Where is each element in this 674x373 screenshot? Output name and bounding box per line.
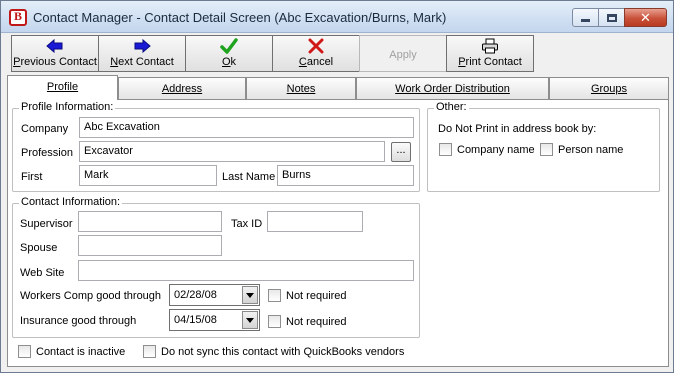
profession-browse-button[interactable]: ... [391,142,411,162]
profile-information-group: Profile Information: Company Abc Excavat… [12,101,420,192]
tab-address[interactable]: Address [118,77,246,99]
spouse-field[interactable] [78,235,222,256]
maximize-button[interactable] [598,8,625,27]
x-icon [308,37,324,55]
toolbar: Previous Contact Next Contact Ok Cancel … [11,35,534,72]
supervisor-label: Supervisor [20,218,73,230]
profession-label: Profession [21,147,73,159]
company-field[interactable]: Abc Excavation [79,117,414,138]
do-not-print-person-checkbox[interactable]: Person name [540,143,623,156]
profession-field[interactable]: Excavator [79,141,385,162]
insurance-label: Insurance good through [20,315,137,327]
ok-button[interactable]: Ok [185,35,273,72]
maximize-icon [606,13,617,22]
contact-inactive-checkbox[interactable]: Contact is inactive [18,345,125,358]
apply-button[interactable]: Apply [359,35,447,72]
tax-id-field[interactable] [267,211,363,232]
supervisor-field[interactable] [78,211,222,232]
first-name-label: First [21,171,43,183]
title-bar[interactable]: B Contact Manager - Contact Detail Scree… [1,1,673,33]
arrow-right-icon [133,37,151,55]
web-site-label: Web Site [20,267,65,279]
workers-comp-label: Workers Comp good through [20,290,162,302]
contact-manager-window: B Contact Manager - Contact Detail Scree… [0,0,674,373]
do-not-print-label: Do Not Print in address book by: [438,123,597,135]
tab-groups[interactable]: Groups [549,77,669,99]
other-legend: Other: [434,101,469,113]
tab-work-order-distribution[interactable]: Work Order Distribution [356,77,549,99]
spouse-label: Spouse [20,242,58,254]
tab-profile[interactable]: Profile [7,75,118,100]
workers-comp-not-required-checkbox[interactable]: Not required [268,289,347,302]
print-contact-button[interactable]: Print Contact [446,35,534,72]
web-site-field[interactable] [78,260,414,281]
do-not-print-company-checkbox[interactable]: Company name [439,143,535,156]
company-label: Company [21,123,69,135]
next-contact-button[interactable]: Next Contact [98,35,186,72]
no-sync-quickbooks-checkbox[interactable]: Do not sync this contact with QuickBooks… [143,345,404,358]
contact-information-group: Contact Information: Supervisor Tax ID S… [12,196,420,338]
minimize-icon [581,19,590,22]
previous-contact-button[interactable]: Previous Contact [11,35,99,72]
insurance-date-picker[interactable]: 04/15/08 [169,309,260,331]
workers-comp-date-picker[interactable]: 02/28/08 [169,284,260,306]
last-name-label: Last Name [222,171,276,183]
profile-information-legend: Profile Information: [19,101,116,113]
printer-icon [481,37,499,55]
chevron-down-icon[interactable] [242,311,258,329]
minimize-button[interactable] [572,8,599,27]
arrow-left-icon [46,37,64,55]
profile-tab-page: Profile Information: Company Abc Excavat… [7,99,669,367]
other-group: Other: Do Not Print in address book by: … [427,101,660,192]
window-title: Contact Manager - Contact Detail Screen … [33,10,447,25]
insurance-not-required-checkbox[interactable]: Not required [268,315,347,328]
last-name-field[interactable]: Burns [277,165,414,186]
cancel-button[interactable]: Cancel [272,35,360,72]
close-button[interactable]: ✕ [624,8,667,27]
tab-notes[interactable]: Notes [246,77,356,99]
chevron-down-icon[interactable] [242,286,258,304]
contact-information-legend: Contact Information: [19,196,123,208]
close-icon: ✕ [640,10,651,25]
tab-strip: Profile Address Notes Work Order Distrib… [7,75,669,100]
app-icon: B [9,9,27,26]
checkmark-icon [220,37,238,55]
tax-id-label: Tax ID [231,218,263,230]
first-name-field[interactable]: Mark [79,165,217,186]
